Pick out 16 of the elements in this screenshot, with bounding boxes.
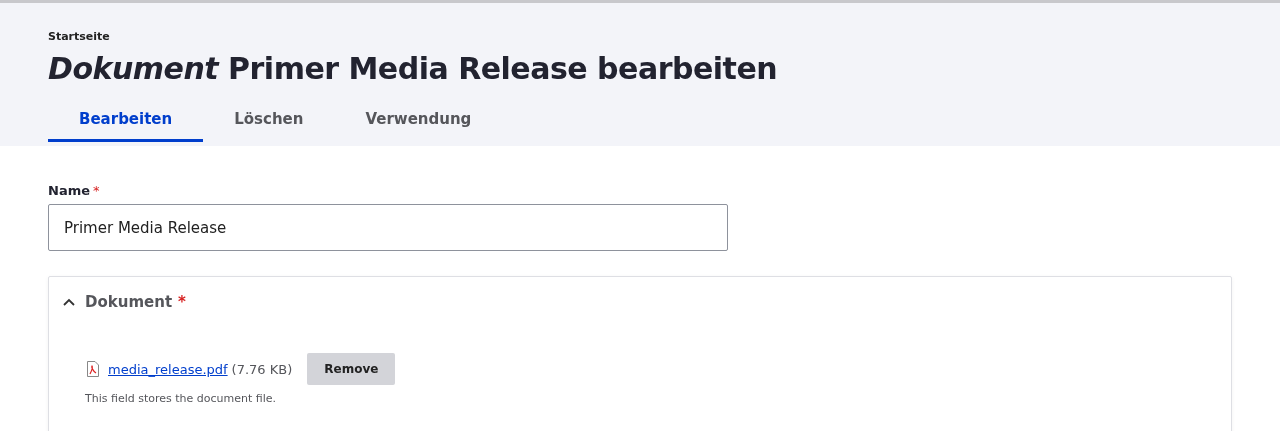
required-mark: * bbox=[178, 293, 186, 311]
field-description: This field stores the document file. bbox=[85, 392, 278, 405]
chevron-icon[interactable] bbox=[63, 298, 75, 306]
pdf-file-icon bbox=[87, 361, 99, 377]
field-label: Name bbox=[48, 183, 90, 198]
tab[interactable]: Bearbeiten bbox=[48, 103, 204, 142]
breadcrumb-link[interactable]: Startseite bbox=[48, 30, 110, 43]
file-link[interactable]: media_release.pdf bbox=[108, 361, 228, 377]
name-input-field[interactable]: Primer Media Release bbox=[48, 204, 728, 251]
page-title: Dokument Primer Media Release bearbeiten bbox=[48, 50, 778, 88]
tab[interactable]: Verwendung bbox=[334, 103, 503, 142]
tab[interactable]: Löschen bbox=[203, 103, 335, 142]
remove-button[interactable]: Remove bbox=[307, 353, 396, 385]
section-title[interactable]: Dokument bbox=[85, 293, 173, 311]
file-size: (7.76 KB) bbox=[231, 361, 293, 377]
required-mark: * bbox=[93, 183, 100, 198]
